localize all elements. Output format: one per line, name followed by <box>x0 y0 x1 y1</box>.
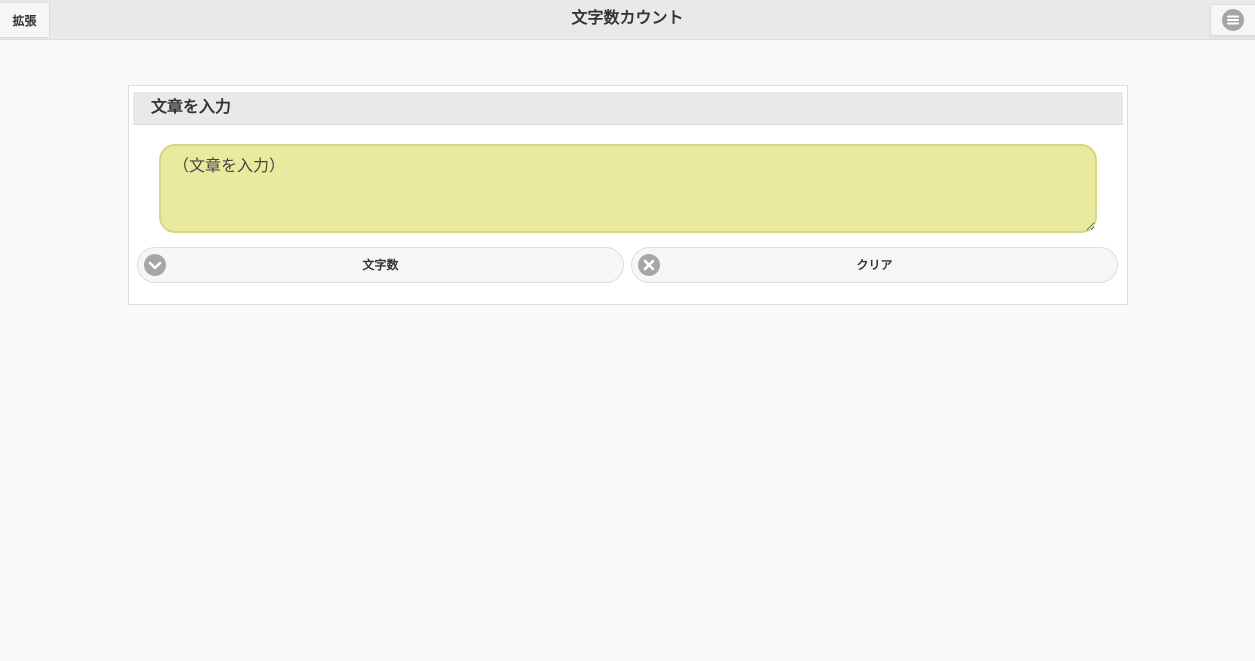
input-panel: 文章を入力 文字数 クリア <box>128 85 1128 305</box>
text-input[interactable] <box>159 144 1097 233</box>
clear-button[interactable]: クリア <box>631 247 1118 283</box>
close-circle-icon <box>638 254 660 276</box>
count-button[interactable]: 文字数 <box>137 247 624 283</box>
hamburger-menu-icon <box>1222 9 1244 31</box>
count-button-label: 文字数 <box>362 258 399 272</box>
app-header: 文字数カウント 拡張 <box>0 0 1255 40</box>
chevron-down-circle-icon <box>144 254 166 276</box>
clear-button-label: クリア <box>856 258 893 272</box>
menu-button[interactable] <box>1210 4 1255 36</box>
page-title: 文字数カウント <box>571 8 684 27</box>
extend-button[interactable]: 拡張 <box>0 2 50 38</box>
panel-title: 文章を入力 <box>133 92 1123 125</box>
